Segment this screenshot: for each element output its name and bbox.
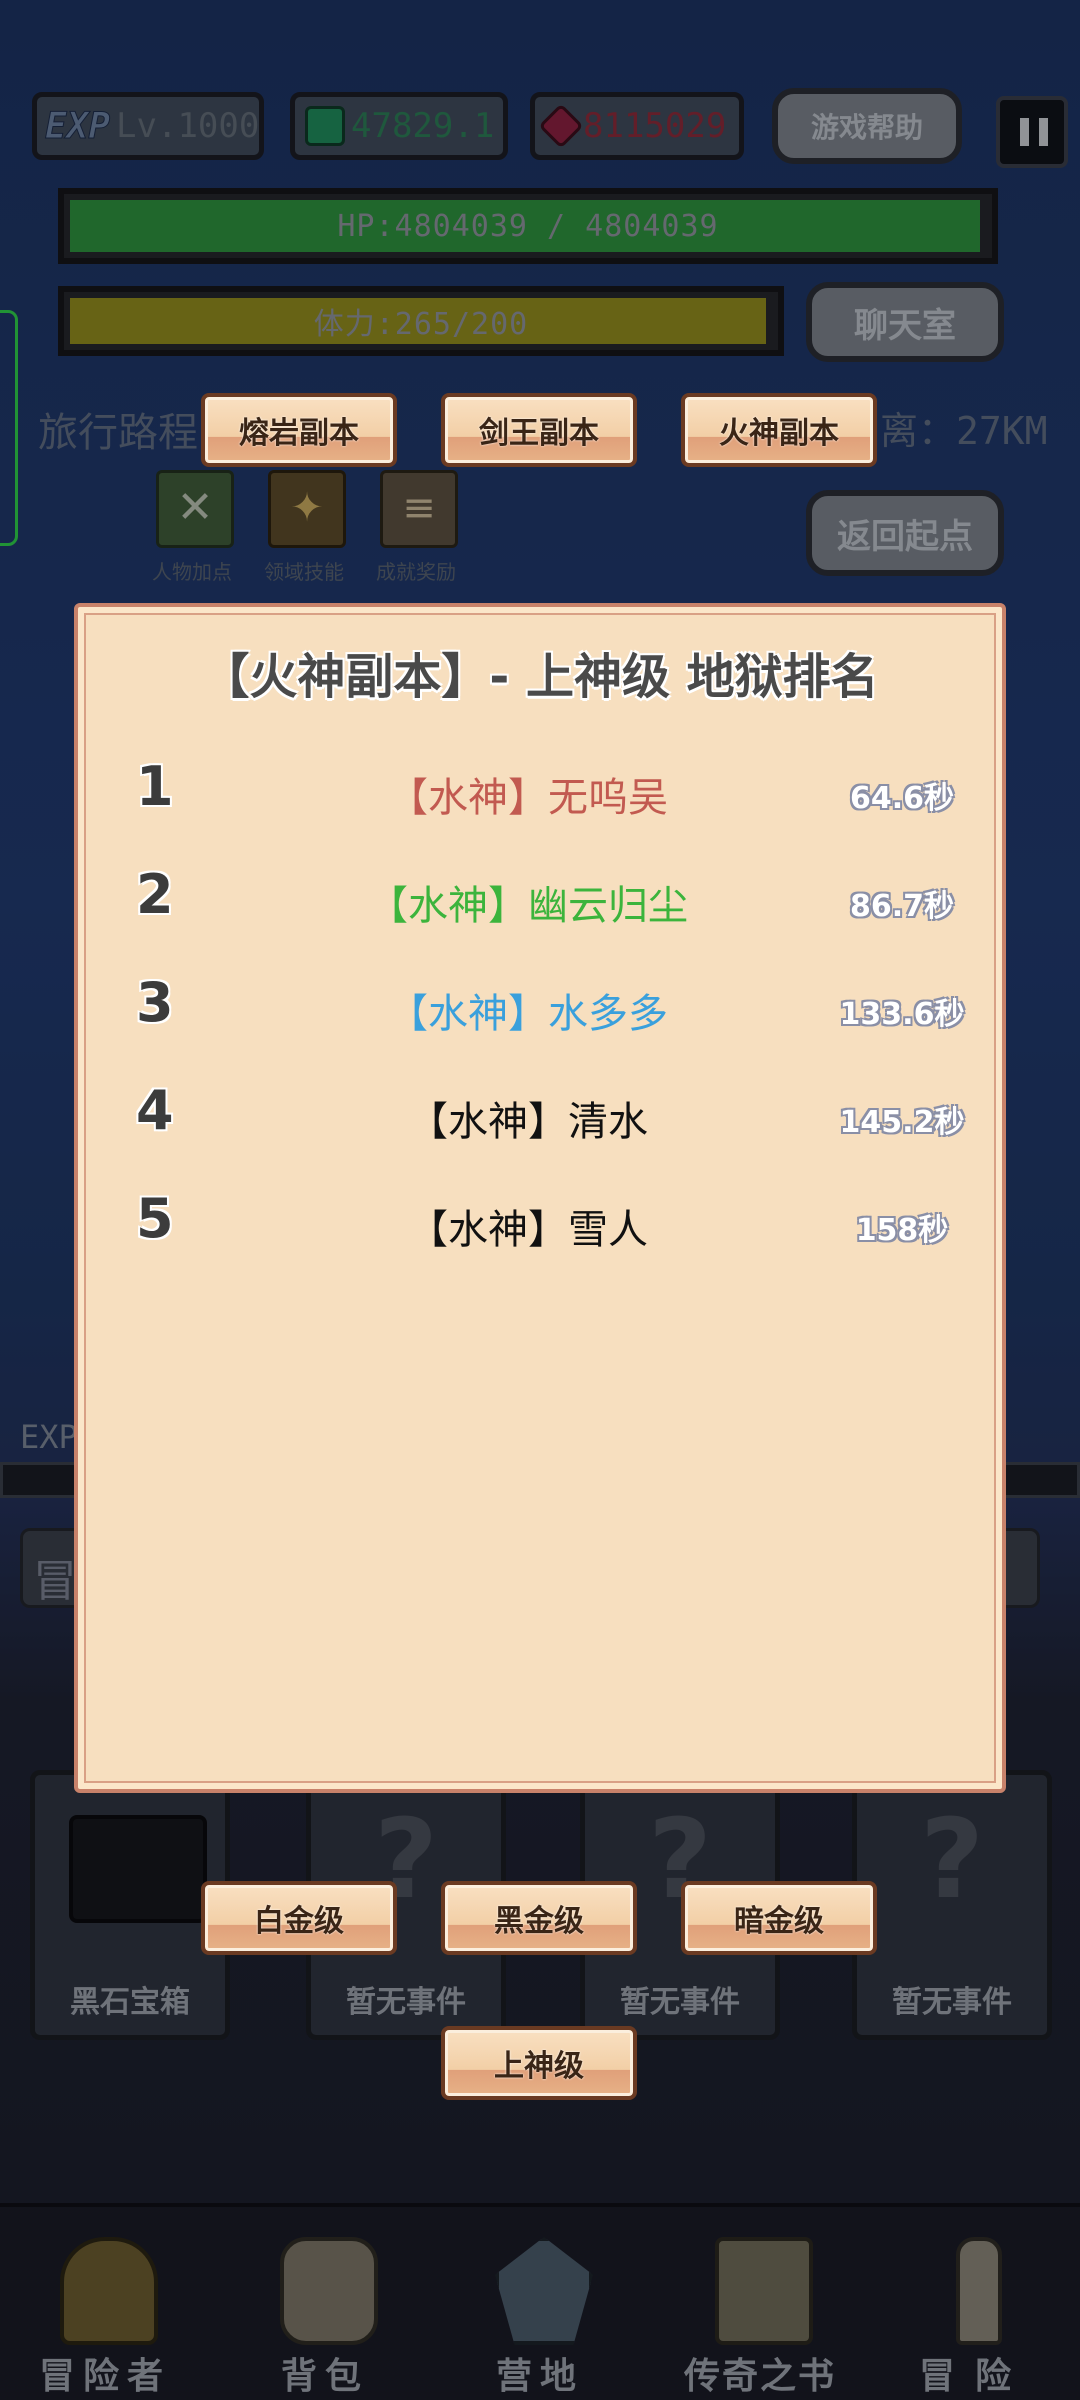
skill-icon: ✦ xyxy=(268,470,346,548)
nav-label: 传奇之书 xyxy=(683,2356,836,2397)
pause-icon xyxy=(1020,118,1048,146)
player-name: 【水神】水多多 xyxy=(388,991,668,1037)
player-name: 【水神】无呜吴 xyxy=(388,775,668,821)
tab-sword-king-dungeon[interactable]: 剑王副本 xyxy=(441,393,637,467)
nav-backpack[interactable]: 背包 xyxy=(240,2227,410,2397)
event-card[interactable]: ? 暂无事件 xyxy=(852,1770,1052,2040)
question-icon: ? xyxy=(920,1795,984,1923)
rank-number: 2 xyxy=(136,863,174,926)
ranking-row: 2 【水神】幽云归尘 86.7秒 xyxy=(78,855,1002,945)
backpack-icon xyxy=(280,2237,378,2345)
tab-supreme-god[interactable]: 上神级 xyxy=(441,2026,637,2100)
nav-label: 营地 xyxy=(495,2356,584,2397)
clear-time: 64.6秒 xyxy=(849,781,955,816)
ruby-icon xyxy=(538,103,584,149)
chat-button[interactable]: 聊天室 xyxy=(806,282,1004,362)
exp-tag: EXP xyxy=(44,105,111,147)
red-currency-value: 8115029 xyxy=(583,106,727,146)
green-currency: 47829.1 xyxy=(290,92,508,160)
tab-dark-gold[interactable]: 暗金级 xyxy=(681,1881,877,1955)
emerald-icon xyxy=(305,106,345,146)
hp-text: HP:4804039 / 4804039 xyxy=(337,208,719,244)
event-label: 暂无事件 xyxy=(346,1985,466,2020)
clear-time: 86.7秒 xyxy=(849,889,955,924)
level-text: Lv.1000 xyxy=(116,106,260,146)
stamina-bar: 体力:265/200 xyxy=(58,286,784,356)
pause-button[interactable] xyxy=(996,96,1068,168)
player-name: 【水神】雪人 xyxy=(408,1207,648,1253)
nav-camp[interactable]: 营地 xyxy=(455,2227,625,2397)
ranking-row: 5 【水神】雪人 158秒 xyxy=(78,1179,1002,1269)
clear-time: 133.6秒 xyxy=(839,997,965,1032)
event-label: 暂无事件 xyxy=(620,1985,740,2020)
nav-label: 冒险者 xyxy=(38,2356,171,2397)
tab-fire-god-dungeon[interactable]: 火神副本 xyxy=(681,393,877,467)
skill-character-points[interactable]: ✕ 人物加点 xyxy=(150,470,234,590)
rank-number: 3 xyxy=(136,971,174,1034)
skill-label: 成就奖励 xyxy=(376,560,456,584)
rank-number: 5 xyxy=(136,1187,174,1250)
ranking-row: 3 【水神】水多多 133.6秒 xyxy=(78,963,1002,1053)
nav-adventurer[interactable]: 冒险者 xyxy=(20,2227,190,2397)
skill-achievements[interactable]: ≡ 成就奖励 xyxy=(374,470,458,590)
distance-label: 离：27KM xyxy=(880,409,1048,453)
nav-label: 背包 xyxy=(280,2356,369,2397)
scroll-icon: ≡ xyxy=(380,470,458,548)
return-button[interactable]: 返回起点 xyxy=(806,490,1004,576)
event-label: 黑石宝箱 xyxy=(70,1985,190,2020)
ranking-title: 【火神副本】- 上神级 地狱排名 xyxy=(201,649,879,705)
adventure-label-bg: 冒 xyxy=(33,1556,77,1607)
nav-label: 冒险 xyxy=(918,2356,1031,2397)
stamina-text: 体力:265/200 xyxy=(313,307,529,342)
chest-icon xyxy=(69,1815,207,1923)
player-name: 【水神】幽云归尘 xyxy=(368,883,688,929)
clear-time: 145.2秒 xyxy=(839,1105,965,1140)
level-display: EXP Lv.1000 xyxy=(32,92,264,160)
helmet-icon xyxy=(60,2237,158,2345)
tab-black-gold[interactable]: 黑金级 xyxy=(441,1881,637,1955)
tab-platinum[interactable]: 白金级 xyxy=(201,1881,397,1955)
skill-label: 人物加点 xyxy=(152,560,232,584)
green-currency-value: 47829.1 xyxy=(351,106,495,146)
player-name: 【水神】清水 xyxy=(408,1099,648,1145)
ranking-panel: 【火神副本】- 上神级 地狱排名 1 【水神】无呜吴 64.6秒 2 【水神】幽… xyxy=(74,603,1006,1793)
bottom-nav: 冒险者 背包 营地 传奇之书 冒险 xyxy=(0,2203,1080,2400)
skill-label: 领域技能 xyxy=(264,560,344,584)
ranking-row: 1 【水神】无呜吴 64.6秒 xyxy=(78,747,1002,837)
nav-legend-book[interactable]: 传奇之书 xyxy=(675,2227,845,2397)
event-label: 暂无事件 xyxy=(892,1985,1012,2020)
exp-label-bg: EXP xyxy=(20,1418,78,1456)
red-currency: 8115029 xyxy=(530,92,744,160)
hp-bar: HP:4804039 / 4804039 xyxy=(58,188,998,264)
book-icon xyxy=(715,2237,813,2345)
skill-domain-skills[interactable]: ✦ 领域技能 xyxy=(262,470,346,590)
crossed-swords-icon: ✕ xyxy=(156,470,234,548)
event-card[interactable]: 黑石宝箱 xyxy=(30,1770,230,2040)
side-panel-edge xyxy=(0,310,18,546)
rank-number: 4 xyxy=(136,1079,174,1142)
nav-adventure[interactable]: 冒险 xyxy=(890,2227,1060,2397)
sword-icon xyxy=(956,2237,1002,2345)
rank-number: 1 xyxy=(136,755,174,818)
travel-label: 旅行路程 xyxy=(38,410,198,456)
help-button[interactable]: 游戏帮助 xyxy=(772,88,962,164)
tab-lava-dungeon[interactable]: 熔岩副本 xyxy=(201,393,397,467)
clear-time: 158秒 xyxy=(855,1213,949,1248)
ranking-row: 4 【水神】清水 145.2秒 xyxy=(78,1071,1002,1161)
camp-icon xyxy=(495,2237,593,2345)
